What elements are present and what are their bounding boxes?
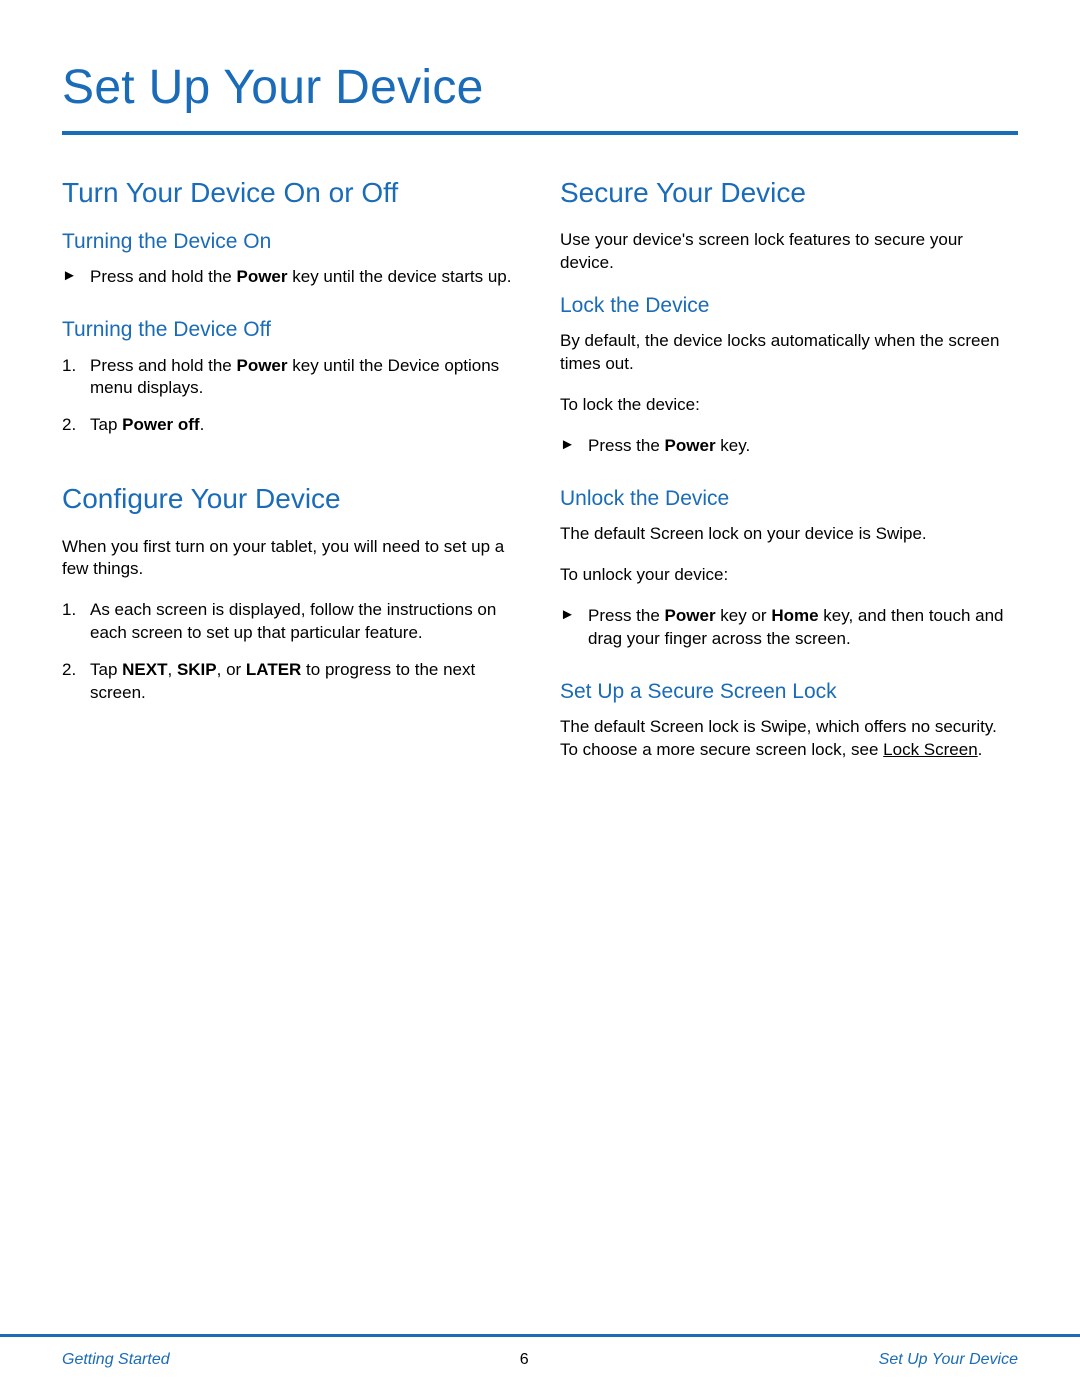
text-fragment: . [978, 740, 983, 759]
list-turning-on: Press and hold the Power key until the d… [62, 266, 520, 289]
heading-turn-on-off: Turn Your Device On or Off [62, 177, 520, 209]
text-fragment: Tap [90, 415, 122, 434]
subheading-setup-lock: Set Up a Secure Screen Lock [560, 679, 1018, 704]
text-fragment: , or [217, 660, 246, 679]
list-item: Tap NEXT, SKIP, or LATER to progress to … [62, 659, 520, 705]
text-fragment: Tap [90, 660, 122, 679]
list-item: Press and hold the Power key until the d… [62, 266, 520, 289]
list-item: As each screen is displayed, follow the … [62, 599, 520, 645]
text-bold: SKIP [177, 660, 217, 679]
paragraph: When you first turn on your tablet, you … [62, 536, 520, 582]
list-lock: Press the Power key. [560, 435, 1018, 458]
text-bold: Home [771, 606, 818, 625]
text-fragment: Press and hold the [90, 267, 236, 286]
list-item: Press the Power key. [560, 435, 1018, 458]
page-body: Set Up Your Device Turn Your Device On o… [0, 0, 1080, 840]
text-bold: Power off [122, 415, 199, 434]
two-column-layout: Turn Your Device On or Off Turning the D… [62, 177, 1018, 780]
heading-configure: Configure Your Device [62, 483, 520, 515]
paragraph: Use your device's screen lock features t… [560, 229, 1018, 275]
footer-left: Getting Started [62, 1351, 170, 1369]
list-turning-off: Press and hold the Power key until the D… [62, 355, 520, 438]
text-bold: Power [665, 436, 716, 455]
text-bold: Power [236, 267, 287, 286]
paragraph: By default, the device locks automatical… [560, 330, 1018, 376]
subheading-turning-on: Turning the Device On [62, 229, 520, 254]
text-fragment: Press and hold the [90, 356, 236, 375]
subheading-unlock: Unlock the Device [560, 486, 1018, 511]
list-item: Press the Power key or Home key, and the… [560, 605, 1018, 651]
list-configure: As each screen is displayed, follow the … [62, 599, 520, 705]
subheading-lock: Lock the Device [560, 293, 1018, 318]
footer-right: Set Up Your Device [879, 1351, 1018, 1369]
paragraph: To unlock your device: [560, 564, 1018, 587]
subheading-turning-off: Turning the Device Off [62, 317, 520, 342]
text-bold: LATER [246, 660, 301, 679]
text-fragment: key or [716, 606, 772, 625]
text-fragment: . [200, 415, 205, 434]
link-lock-screen[interactable]: Lock Screen [883, 740, 978, 759]
text-fragment: key until the device starts up. [288, 267, 512, 286]
text-fragment: Press the [588, 436, 665, 455]
text-fragment: key. [716, 436, 751, 455]
text-bold: NEXT [122, 660, 167, 679]
right-column: Secure Your Device Use your device's scr… [560, 177, 1018, 780]
list-item: Press and hold the Power key until the D… [62, 355, 520, 401]
text-bold: Power [236, 356, 287, 375]
list-unlock: Press the Power key or Home key, and the… [560, 605, 1018, 651]
page-title: Set Up Your Device [62, 60, 1018, 115]
heading-secure: Secure Your Device [560, 177, 1018, 209]
paragraph: The default Screen lock on your device i… [560, 523, 1018, 546]
list-item: Tap Power off. [62, 414, 520, 437]
paragraph: To lock the device: [560, 394, 1018, 417]
footer-page-number: 6 [520, 1351, 529, 1369]
text-bold: Power [665, 606, 716, 625]
page-footer: Getting Started 6 Set Up Your Device [0, 1334, 1080, 1397]
paragraph: The default Screen lock is Swipe, which … [560, 716, 1018, 762]
left-column: Turn Your Device On or Off Turning the D… [62, 177, 520, 780]
text-fragment: Press the [588, 606, 665, 625]
text-fragment: , [167, 660, 176, 679]
title-rule [62, 131, 1018, 135]
